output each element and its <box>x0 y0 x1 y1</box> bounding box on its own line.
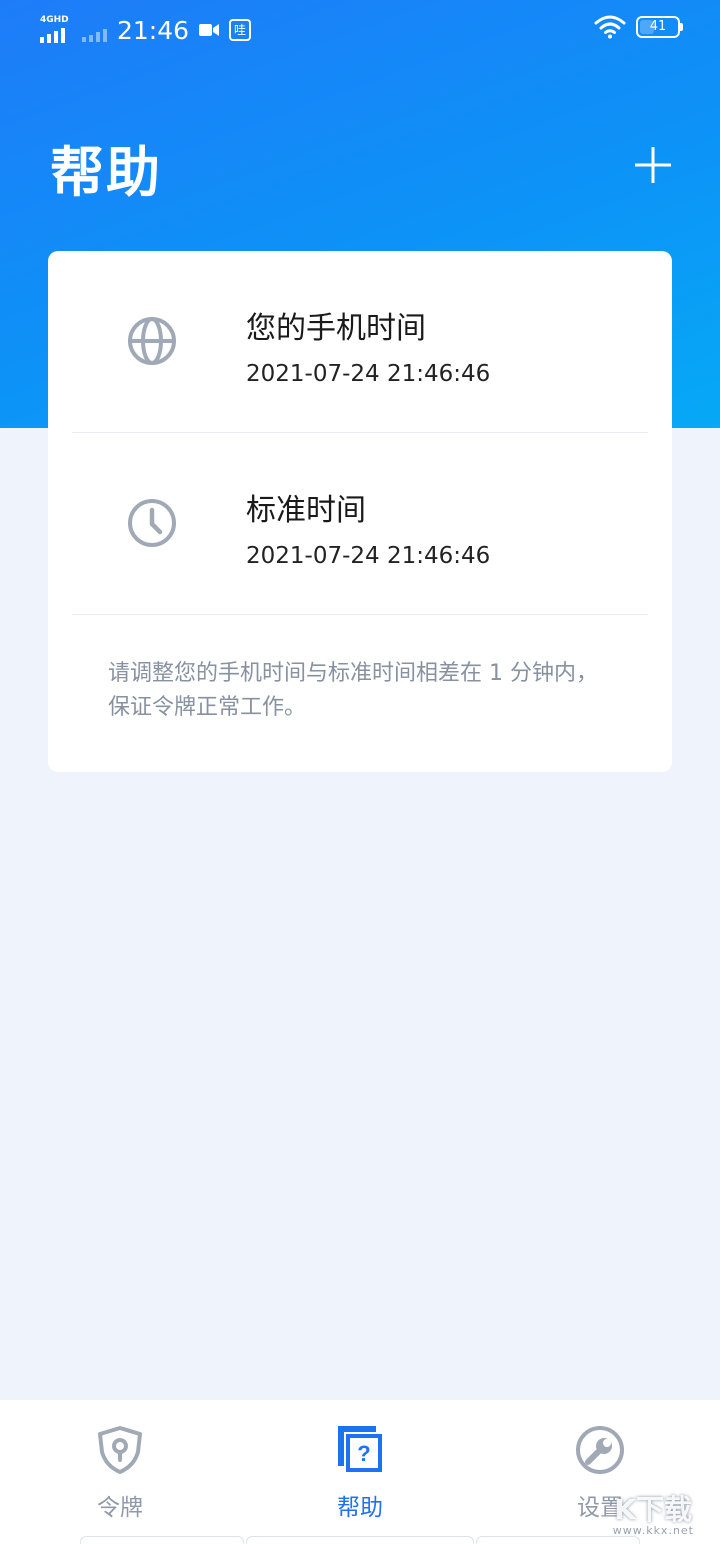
video-camera-icon <box>199 24 220 36</box>
row-divider <box>72 614 648 615</box>
phone-time-value: 2021-07-24 21:46:46 <box>246 361 491 387</box>
status-left: 4GHD 21:46 哇 <box>40 12 252 48</box>
add-icon[interactable] <box>628 140 678 190</box>
shield-key-icon <box>98 1426 142 1474</box>
phone-time-row: 您的手机时间 2021-07-24 21:46:46 <box>48 251 672 433</box>
status-bar: 4GHD 21:46 哇 41 <box>0 0 720 60</box>
standard-time-row: 标准时间 2021-07-24 21:46:46 <box>48 433 672 615</box>
time-sync-note: 请调整您的手机时间与标准时间相差在 1 分钟内，保证令牌正常工作。 <box>108 661 598 720</box>
nav-label-help: 帮助 <box>337 1495 383 1521</box>
page-title: 帮助 <box>50 141 162 204</box>
secondary-signal-icon <box>82 28 107 42</box>
watermark-text: K下载 <box>614 1493 692 1526</box>
help-icon: ? <box>338 1426 382 1472</box>
standard-time-value: 2021-07-24 21:46:46 <box>246 543 491 569</box>
phone-time-title: 您的手机时间 <box>246 311 426 346</box>
wifi-icon <box>594 15 626 39</box>
nav-item-help[interactable]: ? 帮助 <box>290 1400 430 1544</box>
status-right: 41 <box>594 15 683 39</box>
status-time: 21:46 <box>117 15 190 45</box>
watermark-url: www.kkx.net <box>612 1524 694 1537</box>
battery-icon: 41 <box>636 16 683 38</box>
network-type-label: 4GHD <box>40 15 69 25</box>
nav-item-token[interactable]: 令牌 <box>50 1400 190 1544</box>
battery-level: 41 <box>649 19 667 34</box>
clock-icon <box>128 499 176 547</box>
svg-text:?: ? <box>357 1441 370 1466</box>
watermark: K下载 www.kkx.net <box>588 1478 698 1538</box>
wrench-icon <box>576 1426 624 1474</box>
cellular-signal-icon: 4GHD <box>40 15 74 45</box>
standard-time-title: 标准时间 <box>246 493 366 528</box>
app-notification-icon: 哇 <box>229 19 252 41</box>
nav-label-token: 令牌 <box>97 1495 143 1521</box>
time-help-card: 您的手机时间 2021-07-24 21:46:46 标准时间 2021-07-… <box>48 251 672 772</box>
globe-icon <box>128 317 176 365</box>
